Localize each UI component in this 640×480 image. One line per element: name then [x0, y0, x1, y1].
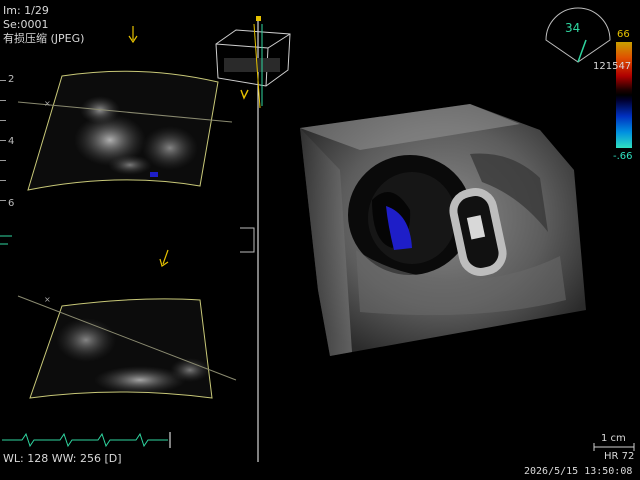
volume-render-3d — [300, 104, 586, 356]
probe-angle-indicator — [545, 7, 611, 63]
probe-angle-value: 34 — [565, 21, 581, 35]
heart-rate: HR 72 — [604, 451, 635, 462]
orientation-cube-icon — [215, 23, 291, 109]
doppler-colorbar — [616, 42, 632, 148]
lower-sector-image: × — [17, 295, 237, 399]
panel-corner-marker — [256, 16, 261, 21]
timestamp: 2026/5/15 13:50:08 — [524, 466, 633, 477]
colorbar-top-label: 66 — [617, 29, 630, 40]
svg-text:×: × — [44, 99, 51, 108]
colorbar-bottom-label: -.66 — [613, 151, 633, 162]
direction-arrow-icon — [159, 249, 169, 267]
ecg-trace — [2, 432, 171, 448]
upper-sector-image: × — [17, 70, 233, 191]
scale-label: 1 cm — [601, 433, 626, 444]
panel-bracket — [240, 227, 255, 253]
svg-text:×: × — [44, 295, 51, 304]
window-level-info: WL: 128 WW: 256 [D] — [3, 452, 122, 465]
colorbar-mid-label: 121547 — [593, 61, 632, 72]
direction-arrow-icon — [128, 26, 138, 44]
ultrasound-viewport: × × — [0, 7, 635, 462]
